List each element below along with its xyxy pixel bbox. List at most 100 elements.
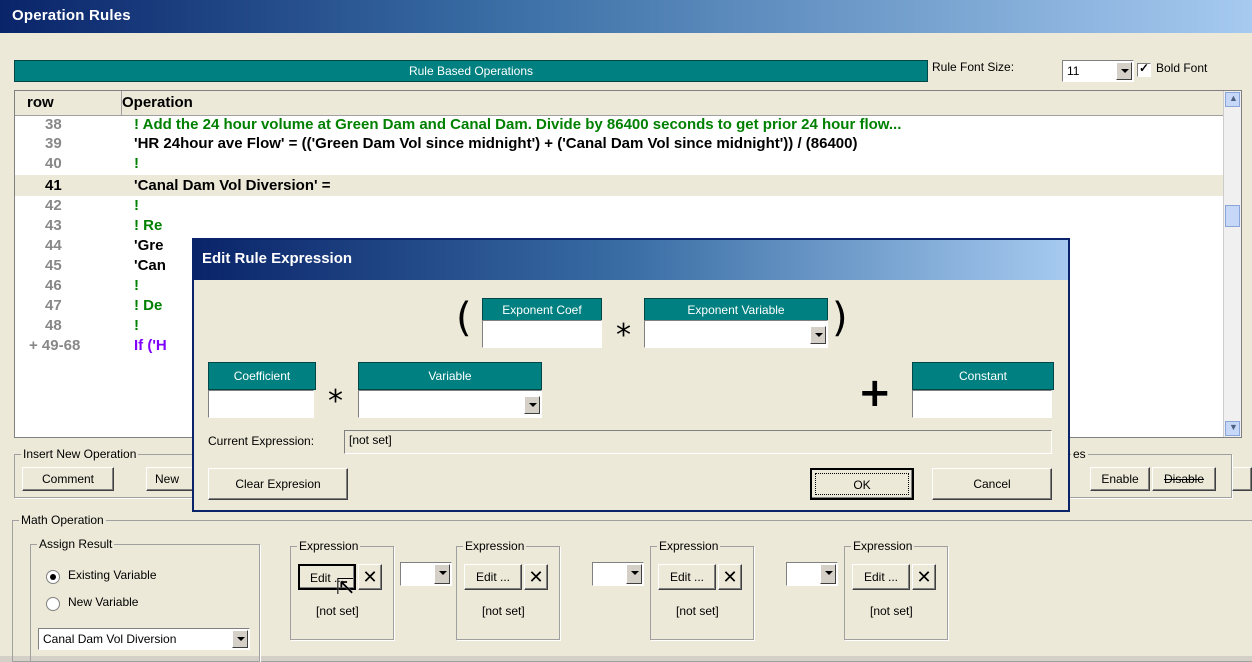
existing-variable-radio[interactable] [46, 570, 60, 584]
expression-legend: Expression [851, 539, 915, 553]
expression-4-edit-button[interactable]: Edit ... [852, 564, 910, 590]
exponent-variable-select[interactable] [644, 320, 828, 348]
expression-2-edit-button[interactable]: Edit ... [464, 564, 522, 590]
rule-based-operations-header: Rule Based Operations [14, 60, 928, 82]
operator-select-3[interactable] [786, 562, 838, 586]
row-number: + 49-68 [29, 337, 81, 354]
cancel-button[interactable]: Cancel [932, 468, 1052, 500]
scroll-up-button[interactable]: ▲ [1225, 92, 1240, 107]
current-expression-label: Current Expression: [208, 434, 315, 448]
exponent-coef-input[interactable] [482, 320, 602, 348]
chevron-down-icon: ▼ [1229, 422, 1238, 432]
row-number: 45 [45, 257, 62, 274]
scroll-thumb[interactable] [1225, 205, 1240, 227]
insert-new-operation-legend: Insert New Operation [21, 447, 139, 461]
vertical-scrollbar[interactable]: ▲ ▼ [1223, 91, 1241, 437]
enable-button[interactable]: Enable [1090, 467, 1150, 491]
variable-header: Variable [358, 362, 542, 390]
new-variable-radio[interactable] [46, 597, 60, 611]
expression-2-clear-icon[interactable]: ✕ [524, 564, 548, 590]
row-number: 48 [45, 317, 62, 334]
chevron-down-icon[interactable] [626, 564, 642, 584]
operator-select-1[interactable] [400, 562, 452, 586]
operation-text: ! Add the 24 hour volume at Green Dam an… [134, 116, 902, 133]
new-variable-label: New Variable [68, 595, 139, 609]
variable-select[interactable] [358, 390, 542, 418]
row-number: 42 [45, 197, 62, 214]
coefficient-multiply-symbol: * [328, 384, 343, 419]
row-number: 41 [45, 177, 62, 194]
expression-3-value: [not set] [676, 604, 719, 618]
expression-3-edit-button[interactable]: Edit ... [658, 564, 716, 590]
chevron-down-icon[interactable] [810, 326, 826, 344]
expression-4-value: [not set] [870, 604, 913, 618]
operation-text: ! [134, 317, 139, 334]
bold-font-label: Bold Font [1156, 61, 1208, 75]
row-number: 38 [45, 116, 62, 133]
plus-symbol: + [858, 370, 892, 416]
expression-3-clear-icon[interactable]: ✕ [718, 564, 742, 590]
checkmark-icon: ✓ [1139, 61, 1150, 75]
table-row[interactable]: 42 ! [15, 197, 1223, 216]
grid-header: row Operation [15, 91, 1223, 116]
ok-button[interactable]: OK [810, 468, 914, 500]
edit-rule-expression-dialog: Edit Rule Expression ( Exponent Coef * E… [192, 238, 1070, 512]
table-row[interactable]: 39 'HR 24hour ave Flow' = (('Green Dam V… [15, 135, 1223, 154]
current-expression-value: [not set] [349, 433, 392, 447]
open-paren: ( [456, 295, 472, 341]
row-number: 47 [45, 297, 62, 314]
comment-button[interactable]: Comment [22, 467, 114, 491]
close-paren: ) [832, 295, 848, 341]
chevron-down-icon[interactable] [1116, 62, 1132, 80]
table-row[interactable]: 43 ! Re [15, 217, 1223, 236]
expression-group-4: Expression [844, 539, 948, 640]
rule-font-size-label: Rule Font Size: [932, 60, 1015, 74]
row-number: 46 [45, 277, 62, 294]
operation-text: 'Canal Dam Vol Diversion' = [134, 177, 331, 194]
expression-legend: Expression [657, 539, 721, 553]
exponent-multiply-symbol: * [616, 318, 631, 353]
coefficient-input[interactable] [208, 390, 314, 418]
operation-text: ! [134, 277, 139, 294]
math-operation-legend: Math Operation [19, 513, 106, 527]
row-number: 40 [45, 155, 62, 172]
extra-button[interactable] [1232, 467, 1252, 491]
expression-1-value: [not set] [316, 604, 359, 618]
rule-font-size-select[interactable]: 11 [1062, 60, 1134, 82]
chevron-down-icon[interactable] [434, 564, 450, 584]
constant-input[interactable] [912, 390, 1052, 418]
scroll-down-button[interactable]: ▼ [1225, 421, 1240, 436]
dialog-titlebar: Edit Rule Expression [194, 240, 1068, 280]
table-row[interactable]: 38 ! Add the 24 hour volume at Green Dam… [15, 116, 1223, 135]
window-titlebar: Operation Rules [0, 0, 1252, 33]
expression-1-clear-icon[interactable]: ✕ [358, 564, 382, 590]
chevron-down-icon[interactable] [820, 564, 836, 584]
operation-text: ! [134, 197, 139, 214]
expression-2-value: [not set] [482, 604, 525, 618]
existing-variable-label: Existing Variable [68, 568, 157, 582]
expression-group-3: Expression [650, 539, 754, 640]
operator-select-2[interactable] [592, 562, 644, 586]
rule-font-size-value: 11 [1067, 64, 1080, 78]
operation-text: If ('H [134, 337, 167, 354]
exponent-variable-header: Exponent Variable [644, 298, 828, 322]
expression-4-clear-icon[interactable]: ✕ [912, 564, 936, 590]
operation-text: 'Can [134, 257, 166, 274]
clear-expression-button[interactable]: Clear Expresion [208, 468, 348, 500]
table-row-selected[interactable]: 41 'Canal Dam Vol Diversion' = [15, 175, 1223, 196]
row-number: 39 [45, 135, 62, 152]
assign-result-legend: Assign Result [37, 537, 115, 551]
row-number: 44 [45, 237, 62, 254]
bold-font-checkbox[interactable]: ✓ [1137, 61, 1151, 77]
chevron-down-icon[interactable] [232, 630, 248, 648]
window-title: Operation Rules [12, 7, 131, 24]
rule-based-operations-label: Rule Based Operations [408, 64, 534, 78]
operation-text: ! Re [134, 217, 163, 234]
assign-variable-select[interactable]: Canal Dam Vol Diversion [38, 628, 250, 650]
assign-variable-value: Canal Dam Vol Diversion [43, 632, 177, 646]
operation-text: 'Gre [134, 237, 164, 254]
disable-button[interactable]: Disable [1152, 467, 1216, 491]
chevron-down-icon[interactable] [524, 396, 540, 414]
table-row[interactable]: 40 ! [15, 155, 1223, 174]
operation-text: 'HR 24hour ave Flow' = (('Green Dam Vol … [134, 135, 858, 152]
